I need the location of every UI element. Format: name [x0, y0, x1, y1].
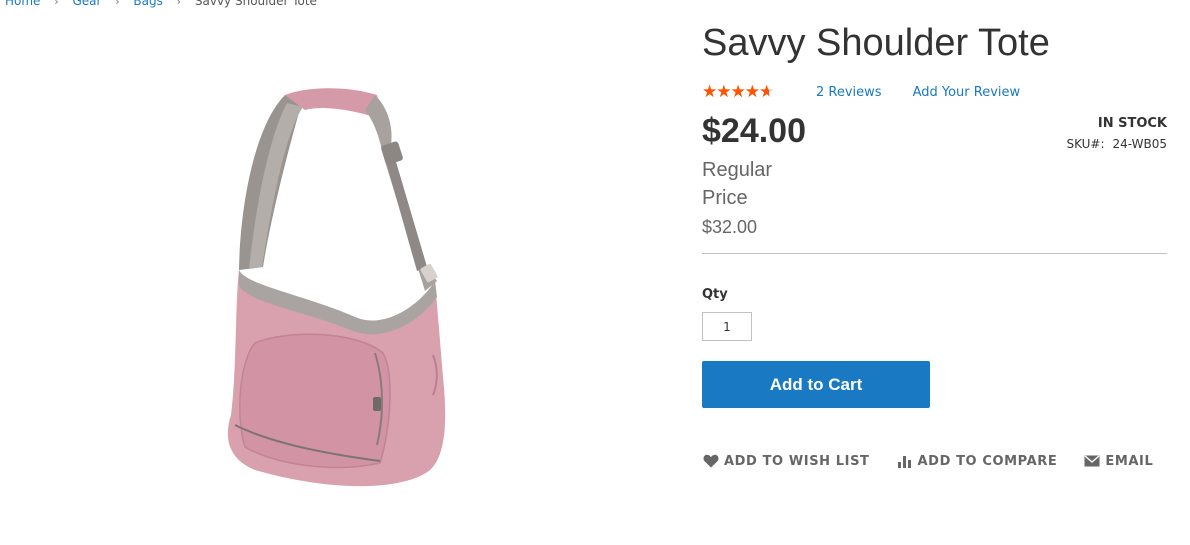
breadcrumb-home[interactable]: Home: [5, 0, 40, 8]
wishlist-label: ADD TO WISH LIST: [724, 453, 870, 469]
chevron-right-icon: ›: [115, 0, 120, 8]
email-label: EMAIL: [1105, 453, 1154, 469]
product-actions: ADD TO WISH LIST ADD TO COMPARE EMAIL: [702, 451, 1153, 471]
star-icon: ★★★★★: [702, 83, 770, 101]
chevron-right-icon: ›: [54, 0, 59, 8]
sku-value: 24-WB05: [1112, 137, 1167, 151]
stock-status: IN STOCK: [1097, 116, 1167, 131]
envelope-icon: [1083, 453, 1101, 469]
chevron-right-icon: ›: [176, 0, 182, 8]
divider: [702, 253, 1167, 254]
reviews-link[interactable]: 2 Reviews: [816, 85, 882, 100]
product-image[interactable]: [215, 85, 455, 497]
qty-input[interactable]: [702, 312, 752, 341]
product-photo: [227, 88, 446, 487]
breadcrumb: Home › Gear › Bags › Savvy Shoulder Tote: [5, 0, 317, 9]
breadcrumb-bags[interactable]: Bags: [133, 0, 162, 8]
compare-label: ADD TO COMPARE: [917, 453, 1058, 469]
page-title: Savvy Shoulder Tote: [702, 22, 1050, 64]
rating-stars: ★★★★★ ★★★★★: [702, 83, 786, 101]
add-to-cart-button[interactable]: Add to Cart: [702, 361, 930, 408]
qty-label: Qty: [702, 287, 728, 302]
heart-icon: [702, 453, 720, 469]
bar-chart-icon: [896, 453, 914, 469]
final-price: $24.00: [702, 112, 806, 150]
regular-price: $32.00: [702, 217, 758, 237]
sku-label: SKU#:: [1066, 137, 1105, 151]
rating-summary: ★★★★★ ★★★★★ 2 Reviews Add Your Review: [702, 82, 1020, 102]
sku: SKU#: 24-WB05: [1066, 137, 1167, 151]
add-to-wishlist-link[interactable]: ADD TO WISH LIST: [702, 453, 870, 469]
add-review-link[interactable]: Add Your Review: [913, 85, 1021, 100]
breadcrumb-current: Savvy Shoulder Tote: [194, 0, 317, 8]
regular-price-label: Regular Price: [702, 159, 773, 209]
breadcrumb-gear[interactable]: Gear: [72, 0, 101, 8]
email-link[interactable]: EMAIL: [1083, 453, 1153, 469]
add-to-compare-link[interactable]: ADD TO COMPARE: [896, 453, 1058, 469]
